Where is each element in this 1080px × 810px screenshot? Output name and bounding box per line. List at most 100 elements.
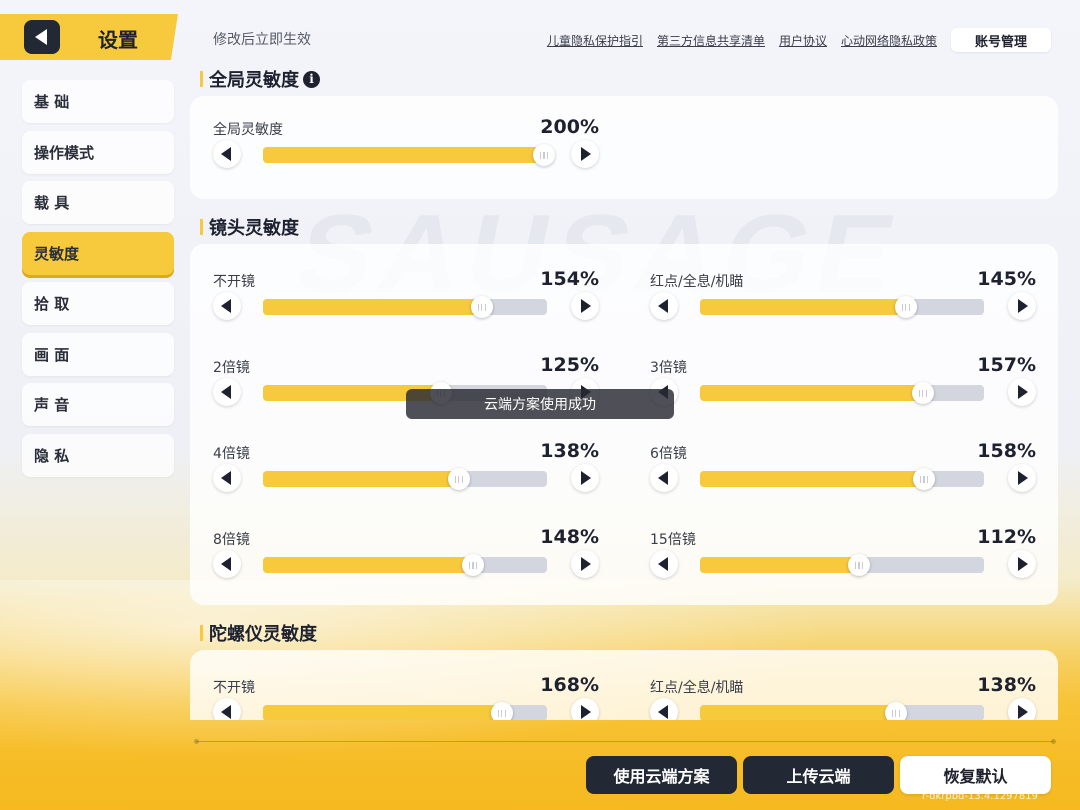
slider-thumb[interactable]: [848, 554, 871, 576]
restore-default-button[interactable]: 恢复默认: [900, 756, 1051, 794]
hint-text: 修改后立即生效: [213, 32, 311, 48]
increase-button[interactable]: [571, 698, 599, 720]
slider-label: 2倍镜: [213, 360, 250, 376]
slider-value: 148%: [540, 526, 599, 548]
slider-camera-8x: 8倍镜 148%: [213, 526, 599, 599]
grip-icon: [901, 303, 910, 311]
slider-thumb[interactable]: [462, 554, 485, 576]
slider-track[interactable]: [700, 296, 984, 318]
increase-button[interactable]: [571, 140, 599, 168]
slider-thumb[interactable]: [470, 296, 493, 318]
arrow-right-icon: [581, 299, 591, 313]
slider-camera-4x: 4倍镜 138%: [213, 440, 599, 513]
slider-fill: [263, 471, 459, 487]
slider-value: 138%: [540, 440, 599, 462]
page-title: 设置: [98, 28, 138, 52]
slider-thumb[interactable]: [533, 144, 556, 166]
arrow-right-icon: [581, 147, 591, 161]
increase-button[interactable]: [571, 464, 599, 492]
grip-icon: [497, 709, 506, 717]
slider-label: 8倍镜: [213, 532, 250, 548]
decrease-button[interactable]: [650, 464, 678, 492]
slider-track[interactable]: [263, 554, 547, 576]
increase-button[interactable]: [1008, 292, 1036, 320]
slider-track[interactable]: [263, 468, 547, 490]
decrease-button[interactable]: [213, 292, 241, 320]
slider-value: 154%: [540, 268, 599, 290]
slider-fill: [263, 705, 502, 720]
slider-value: 168%: [540, 674, 599, 696]
increase-button[interactable]: [1008, 698, 1036, 720]
slider-thumb[interactable]: [913, 468, 936, 490]
footer-divider: [194, 739, 1056, 744]
slider-thumb[interactable]: [490, 702, 513, 720]
slider-thumb[interactable]: [884, 702, 907, 720]
sidebar-item-control-mode[interactable]: 操作模式: [22, 130, 174, 174]
section-title-text: 全局灵敏度: [209, 70, 299, 91]
slider-value: 112%: [977, 526, 1036, 548]
back-arrow-icon: [34, 29, 47, 45]
slider-camera-15x: 15倍镜 112%: [650, 526, 1036, 599]
info-icon[interactable]: i: [303, 70, 320, 88]
increase-button[interactable]: [1008, 378, 1036, 406]
grip-icon: [540, 151, 549, 159]
slider-track[interactable]: [263, 144, 556, 166]
slider-value: 145%: [977, 268, 1036, 290]
increase-button[interactable]: [1008, 550, 1036, 578]
slider-label: 3倍镜: [650, 360, 687, 376]
decrease-button[interactable]: [650, 550, 678, 578]
link-child-privacy[interactable]: 儿童隐私保护指引: [547, 32, 643, 49]
decrease-button[interactable]: [213, 464, 241, 492]
upload-cloud-button[interactable]: 上传云端: [743, 756, 894, 794]
camera-card: 不开镜 154% 红点/全息/机瞄 145% 2倍镜 125% 3倍镜 157%: [190, 244, 1058, 605]
sidebar-item-graphics[interactable]: 画 面: [22, 332, 174, 376]
increase-button[interactable]: [571, 550, 599, 578]
use-cloud-button[interactable]: 使用云端方案: [586, 756, 737, 794]
decrease-button[interactable]: [213, 140, 241, 168]
sidebar-item-sound[interactable]: 声 音: [22, 383, 174, 426]
sidebar-item-vehicle[interactable]: 载 具: [22, 181, 174, 224]
decrease-button[interactable]: [213, 550, 241, 578]
link-third-party-list[interactable]: 第三方信息共享清单: [657, 32, 765, 49]
decrease-button[interactable]: [650, 292, 678, 320]
slider-value: 158%: [977, 440, 1036, 462]
sidebar-item-privacy[interactable]: 隐 私: [22, 433, 174, 477]
slider-label: 全局灵敏度: [213, 122, 283, 138]
slider-track[interactable]: [700, 554, 984, 576]
slider-fill: [700, 299, 906, 315]
gyro-card: 不开镜 168% 红点/全息/机瞄 138%: [190, 650, 1058, 720]
arrow-right-icon: [1018, 471, 1028, 485]
grip-icon: [469, 561, 478, 569]
slider-thumb[interactable]: [894, 296, 917, 318]
arrow-left-icon: [658, 705, 668, 719]
top-links: 儿童隐私保护指引 第三方信息共享清单 用户协议 心动网络隐私政策: [547, 32, 937, 49]
account-management-button[interactable]: 账号管理: [951, 28, 1051, 52]
slider-track[interactable]: [700, 468, 984, 490]
decrease-button[interactable]: [650, 698, 678, 720]
grip-icon: [920, 475, 929, 483]
increase-button[interactable]: [571, 292, 599, 320]
slider-gyro-no-scope: 不开镜 168%: [213, 674, 599, 720]
increase-button[interactable]: [1008, 464, 1036, 492]
section-title-text: 镜头灵敏度: [209, 218, 299, 239]
arrow-left-icon: [221, 557, 231, 571]
slider-thumb[interactable]: [911, 382, 934, 404]
slider-track[interactable]: [700, 382, 984, 404]
arrow-right-icon: [1018, 705, 1028, 719]
arrow-left-icon: [221, 147, 231, 161]
arrow-right-icon: [581, 557, 591, 571]
sidebar-item-pickup[interactable]: 拾 取: [22, 282, 174, 325]
slider-value: 157%: [977, 354, 1036, 376]
decrease-button[interactable]: [213, 378, 241, 406]
slider-track[interactable]: [263, 702, 547, 720]
link-user-agreement[interactable]: 用户协议: [779, 32, 827, 49]
decrease-button[interactable]: [213, 698, 241, 720]
back-button[interactable]: [24, 20, 60, 54]
global-card: 全局灵敏度 200%: [190, 96, 1058, 199]
sidebar-item-basic[interactable]: 基 础: [22, 80, 174, 123]
slider-track[interactable]: [700, 702, 984, 720]
slider-track[interactable]: [263, 296, 547, 318]
slider-thumb[interactable]: [447, 468, 470, 490]
link-privacy-policy[interactable]: 心动网络隐私政策: [841, 32, 937, 49]
sidebar-item-sensitivity[interactable]: 灵敏度: [22, 231, 174, 275]
